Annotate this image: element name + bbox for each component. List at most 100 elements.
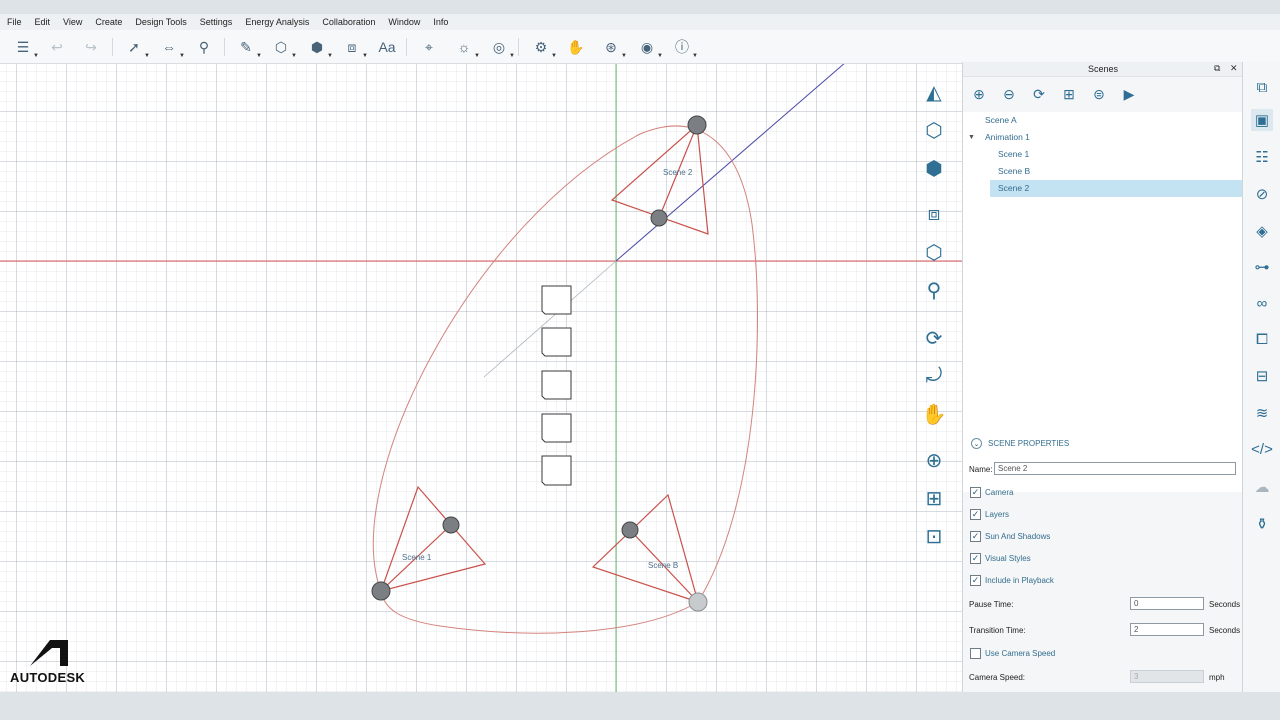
settings-icon[interactable]: ⚙ ▼ xyxy=(530,37,557,60)
camera-checkbox[interactable]: ✓ xyxy=(970,487,981,498)
sun-shadows-checkbox[interactable]: ✓ xyxy=(970,531,981,542)
push-pull-icon[interactable]: ⧈ ▼ xyxy=(341,37,368,60)
box-1 xyxy=(541,285,572,315)
play-icon[interactable]: ▶ xyxy=(1119,84,1139,104)
menu-collaboration[interactable]: Collaboration xyxy=(315,17,381,27)
styles-icon[interactable]: ⊘ xyxy=(1251,183,1273,205)
walk-icon[interactable]: ⚲ xyxy=(918,274,950,306)
properties-icon[interactable]: ☷ xyxy=(1251,146,1273,168)
scenes-toolbar: ⊕ ⊖ ⟳ ⊞ ⊜ ▶ xyxy=(963,80,1243,110)
pan-view-icon[interactable]: ⬡ xyxy=(918,236,950,268)
camera-scene-b[interactable] xyxy=(591,493,708,612)
glasses-icon[interactable]: ∞ xyxy=(1251,292,1273,314)
menu-file[interactable]: File xyxy=(0,17,28,27)
transition-time-unit: Seconds xyxy=(1209,626,1241,635)
camera-scene-2[interactable] xyxy=(610,115,709,235)
orbit-icon[interactable]: ⟳ xyxy=(918,322,950,354)
menu-edit[interactable]: Edit xyxy=(28,17,57,27)
z-axis-dashed xyxy=(483,260,617,378)
box-group xyxy=(541,285,572,486)
menu-energy-analysis[interactable]: Energy Analysis xyxy=(238,17,315,27)
text-icon[interactable]: Aa xyxy=(376,37,398,57)
orbit-view-icon[interactable]: ⧈ xyxy=(918,198,950,230)
menu-info[interactable]: Info xyxy=(426,17,454,27)
tree-item-scene-b[interactable]: Scene B xyxy=(963,163,1243,180)
transition-time-input[interactable] xyxy=(1130,623,1204,636)
tree-item-scene-a[interactable]: Scene A xyxy=(963,112,1243,129)
visual-styles-checkbox[interactable]: ✓ xyxy=(970,553,981,564)
align-icon[interactable]: ⊶ xyxy=(1251,256,1273,278)
add-icon[interactable]: ⊕ xyxy=(969,84,989,104)
layers-panel-icon[interactable]: ◈ xyxy=(1251,220,1273,242)
box-5 xyxy=(541,455,572,486)
undo-icon[interactable]: ↩ xyxy=(46,37,68,57)
code-icon[interactable]: </> xyxy=(1251,438,1273,460)
select-icon[interactable]: ➚ ▼ xyxy=(123,37,150,60)
float-panel-icon[interactable]: ⧉ xyxy=(1214,63,1220,74)
pause-time-label: Pause Time: xyxy=(969,600,1014,609)
scale-icon[interactable]: ◎ ▼ xyxy=(488,37,515,60)
menu-view[interactable]: View xyxy=(56,17,88,27)
collapse-icon[interactable]: ⌄ xyxy=(971,438,982,449)
components-icon[interactable]: ⧠ xyxy=(1251,328,1273,350)
properties-header-label: SCENE PROPERTIES xyxy=(988,439,1070,448)
include-playback-checkbox[interactable]: ✓ xyxy=(970,575,981,586)
refresh-icon[interactable]: ⟳ xyxy=(1029,84,1049,104)
layers-checkbox[interactable]: ✓ xyxy=(970,509,981,520)
shape-icon[interactable]: ⬡ ▼ xyxy=(270,37,297,60)
menu-window[interactable]: Window xyxy=(381,17,426,27)
parallel-view-icon[interactable]: ⬡ xyxy=(918,114,950,146)
menu-settings[interactable]: Settings xyxy=(193,17,239,27)
zoom-window-icon[interactable]: ⊞ xyxy=(918,482,950,514)
stop-icon[interactable]: ⊜ xyxy=(1089,84,1109,104)
redo-icon[interactable]: ↪ xyxy=(80,37,102,57)
scenes-icon[interactable]: ▣ xyxy=(1251,109,1273,131)
layers-checkbox-label: Layers xyxy=(985,510,1010,519)
location-icon[interactable]: ⌖ xyxy=(418,37,440,57)
tree-item-scene-2[interactable]: Scene 2 xyxy=(990,180,1243,197)
add-animation-icon[interactable]: ⊞ xyxy=(1059,84,1079,104)
menu-create[interactable]: Create xyxy=(88,17,128,27)
tree-item-animation-1[interactable]: ▼ Animation 1 xyxy=(963,129,1243,146)
dimension-icon[interactable]: ⇔ ▼ xyxy=(158,37,185,59)
close-panel-icon[interactable]: ✕ xyxy=(1230,63,1238,74)
viewport-canvas[interactable]: Scene 2 Scene 1 Scene B xyxy=(0,64,962,692)
layers-icon[interactable]: ☰ ▼ xyxy=(12,37,39,60)
materials-icon[interactable]: ≋ xyxy=(1251,402,1273,424)
pause-time-input[interactable] xyxy=(1130,597,1204,610)
tree-item-scene-1[interactable]: Scene 1 xyxy=(963,146,1243,163)
hand-icon[interactable]: ✋ xyxy=(565,37,587,57)
menu-design-tools[interactable]: Design Tools xyxy=(128,17,192,27)
perspective-view-icon[interactable]: ◭ xyxy=(918,76,950,108)
properties-header[interactable]: ⌄ SCENE PROPERTIES xyxy=(971,438,1069,449)
tree-item-label: Scene B xyxy=(998,166,1031,176)
remove-icon[interactable]: ⊖ xyxy=(999,84,1019,104)
pause-time-unit: Seconds xyxy=(1209,600,1241,609)
expand-arrow-icon[interactable]: ▼ xyxy=(968,129,975,146)
use-camera-speed-checkbox[interactable] xyxy=(970,648,981,659)
iso-view-icon[interactable]: ⬢ xyxy=(918,152,950,184)
info-icon[interactable]: ⓘ ▼ xyxy=(671,37,698,59)
share-icon[interactable]: ⊛ ▼ xyxy=(600,37,627,60)
model-icon[interactable]: ⧉ xyxy=(1251,76,1273,98)
paint-bucket-icon[interactable]: ⚱ xyxy=(1251,513,1273,535)
pan-hand-icon[interactable]: ✋ xyxy=(918,398,950,430)
right-sidebar: ⧉ ▣ ☷ ⊘ ◈ ⊶ ∞ ⧠ ⊟ ≋ </> ☁ ⚱ xyxy=(1242,62,1280,692)
camera-speed-label: Camera Speed: xyxy=(969,673,1026,682)
look-around-icon[interactable]: ⤾ xyxy=(918,360,950,392)
zoom-icon[interactable]: ⊕ xyxy=(918,444,950,476)
sun-icon[interactable]: ☼ ▼ xyxy=(453,37,480,59)
zoom-extents-icon[interactable]: ⊡ xyxy=(918,520,950,552)
paint-icon[interactable]: ⚲ xyxy=(193,37,215,57)
view-navigation-bar: ◭ ⬡ ⬢ ⧈ ⬡ ⚲ ⟳ ⤾ ✋ ⊕ ⊞ ⊡ xyxy=(914,70,954,590)
solid-icon[interactable]: ⬢ ▼ xyxy=(306,37,333,60)
pencil-icon[interactable]: ✎ ▼ xyxy=(235,37,262,60)
scene-name-input[interactable] xyxy=(994,462,1236,475)
camera-scene-1[interactable] xyxy=(371,485,487,601)
camera-checkbox-label: Camera xyxy=(985,488,1014,497)
outliner-icon[interactable]: ⊟ xyxy=(1251,365,1273,387)
cloud-icon[interactable]: ☁ xyxy=(1251,476,1273,498)
tree-item-label: Scene A xyxy=(985,115,1017,125)
box-3 xyxy=(541,370,572,400)
user-icon[interactable]: ◉ ▼ xyxy=(636,37,663,60)
